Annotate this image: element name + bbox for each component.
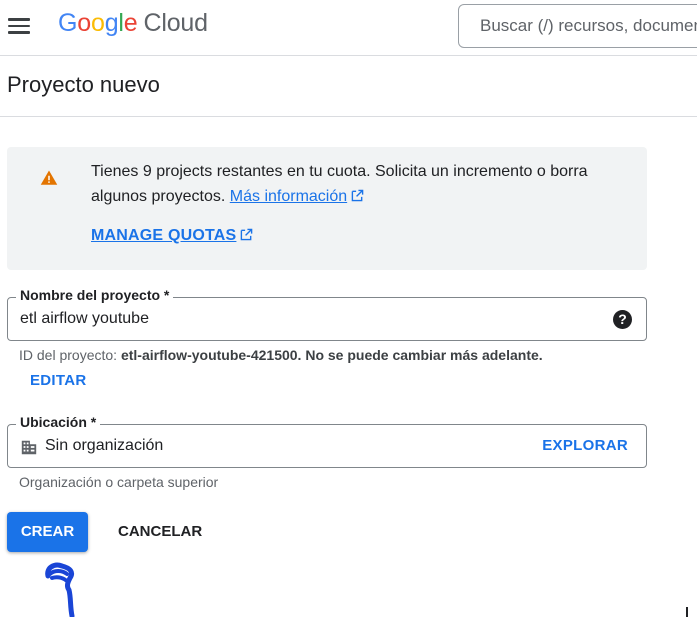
- project-name-input[interactable]: [20, 298, 600, 340]
- search-input[interactable]: [459, 5, 697, 47]
- warning-icon: [40, 170, 58, 185]
- location-hint: Organización o carpeta superior: [19, 474, 219, 490]
- location-value: Sin organización: [45, 437, 164, 454]
- manage-quotas-link[interactable]: MANAGE QUOTAS: [91, 227, 253, 245]
- create-button[interactable]: CREAR: [7, 512, 88, 552]
- main-menu-icon[interactable]: [8, 14, 32, 36]
- hand-drawn-annotation: [45, 562, 75, 617]
- edit-project-id-button[interactable]: EDITAR: [30, 372, 87, 389]
- external-link-icon[interactable]: [240, 228, 253, 241]
- google-cloud-logo[interactable]: Google Cloud: [58, 9, 208, 38]
- quota-notice-text: Tienes 9 projects restantes en tu cuota.…: [91, 163, 588, 205]
- project-name-field[interactable]: Nombre del proyecto * ?: [7, 287, 647, 341]
- location-label: Ubicación *: [16, 414, 101, 430]
- browse-button[interactable]: EXPLORAR: [542, 437, 628, 454]
- divider: [686, 607, 688, 617]
- quota-notice: Tienes 9 projects restantes en tu cuota.…: [7, 147, 647, 270]
- help-icon[interactable]: ?: [613, 310, 632, 329]
- cancel-button[interactable]: CANCELAR: [110, 512, 210, 552]
- project-id-value: etl-airflow-youtube-421500.: [120, 347, 302, 363]
- top-bar: Google Cloud: [0, 0, 697, 56]
- more-info-link[interactable]: Más información: [230, 188, 347, 205]
- search-box[interactable]: [458, 4, 697, 48]
- organization-icon: [21, 440, 37, 455]
- location-field[interactable]: Ubicación * Sin organización EXPLORAR: [7, 414, 647, 468]
- divider: [0, 116, 697, 117]
- project-id-hint: ID del proyecto: etl-airflow-youtube-421…: [19, 347, 543, 363]
- page-title: Proyecto nuevo: [7, 72, 160, 97]
- external-link-icon[interactable]: [351, 189, 364, 202]
